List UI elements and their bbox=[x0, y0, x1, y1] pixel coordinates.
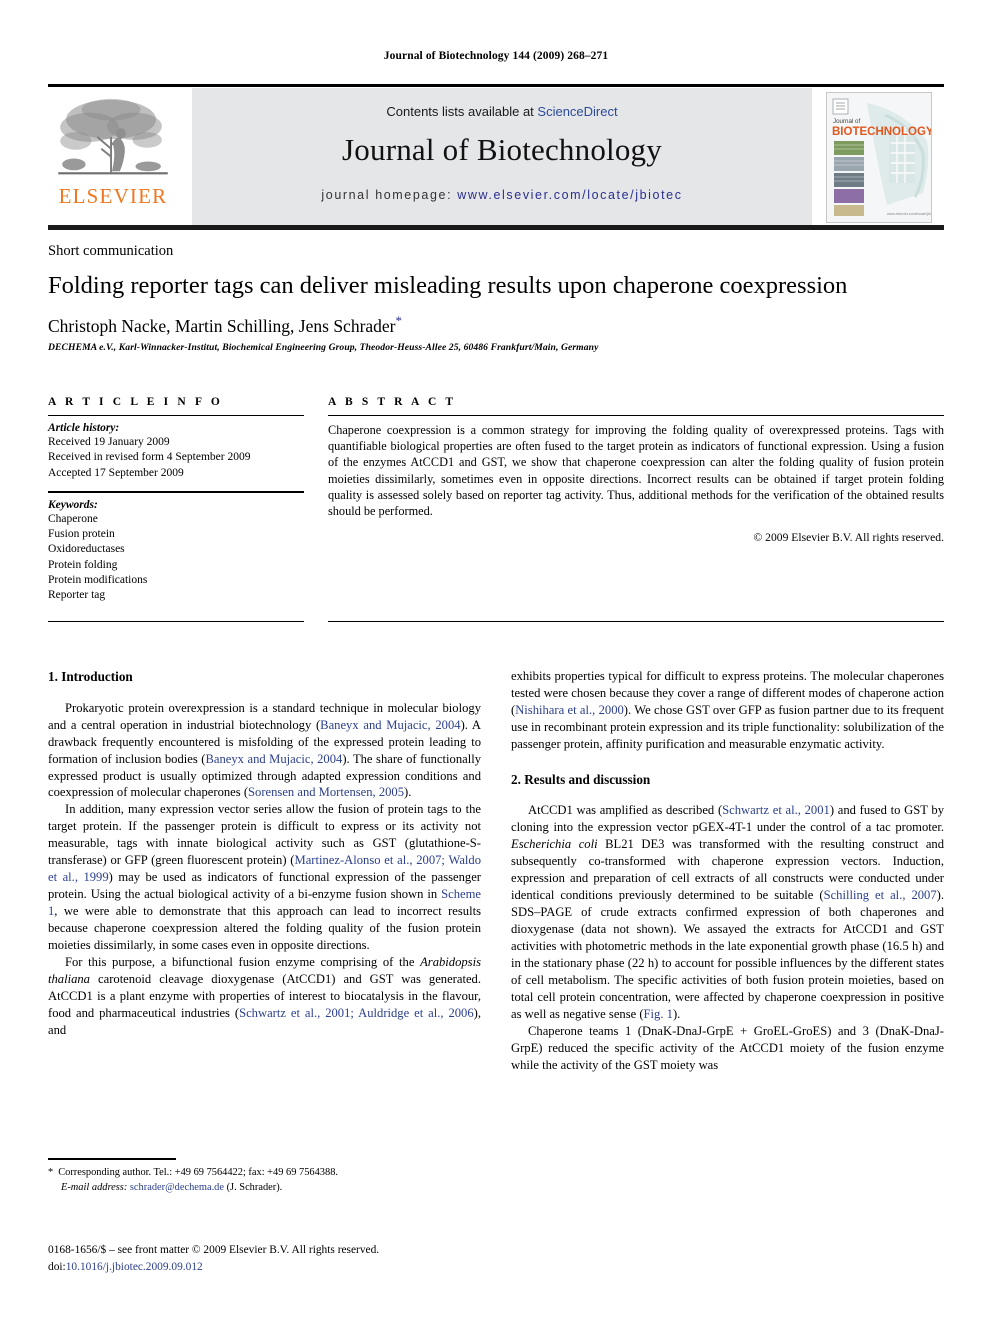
contents-available-line: Contents lists available at ScienceDirec… bbox=[192, 104, 812, 119]
keywords-heading: Keywords: bbox=[48, 498, 98, 511]
article-history-heading: Article history: bbox=[48, 422, 120, 434]
abstract-label: A B S T R A C T bbox=[328, 396, 457, 408]
corresponding-author-marker: * bbox=[395, 313, 403, 328]
paragraph-intro-continued: exhibits properties typical for difficul… bbox=[511, 668, 944, 753]
elsevier-wordmark: ELSEVIER bbox=[58, 184, 168, 208]
paper-page: Journal of Biotechnology 144 (2009) 268–… bbox=[0, 0, 992, 1323]
email-label: E-mail address: bbox=[61, 1181, 128, 1193]
keyword-item: Chaperone bbox=[48, 512, 98, 525]
text-run: AtCCD1 was amplified as described ( bbox=[528, 803, 723, 818]
email-link[interactable]: schrader@dechema.de bbox=[130, 1182, 224, 1193]
doi-link[interactable]: 10.1016/j.jbiotec.2009.09.012 bbox=[66, 1261, 203, 1273]
text-run: ). bbox=[672, 1006, 681, 1021]
journal-title: Journal of Biotechnology bbox=[342, 132, 662, 167]
text-run: Chaperone teams 1 (DnaK-DnaJ-GrpE + GroE… bbox=[511, 1023, 944, 1072]
section-title-introduction: 1. Introduction bbox=[48, 669, 133, 684]
text-run: ). bbox=[404, 785, 412, 800]
history-item-received: Received 19 January 2009 bbox=[48, 436, 170, 448]
citation-link[interactable]: Schilling et al., 2007 bbox=[824, 888, 937, 902]
article-info-rule bbox=[48, 415, 304, 416]
masthead-center-band: Contents lists available at ScienceDirec… bbox=[192, 88, 812, 225]
masthead-top-rule bbox=[48, 84, 944, 87]
sciencedirect-link[interactable]: ScienceDirect bbox=[537, 104, 617, 119]
journal-homepage-line: journal homepage: www.elsevier.com/locat… bbox=[192, 188, 812, 202]
journal-cover-container: Journal of BIOTECHNOLOGY www.elsevier.co… bbox=[812, 88, 944, 225]
homepage-url-link[interactable]: www.elsevier.com/locate/jbiotec bbox=[457, 188, 682, 202]
body-column-right: exhibits properties typical for difficul… bbox=[511, 668, 944, 1073]
elsevier-tree-icon bbox=[58, 98, 168, 175]
footnote-block: * Corresponding author. Tel.: +49 69 7564… bbox=[48, 1166, 481, 1196]
article-info-block: A R T I C L E I N F O Article history: R… bbox=[48, 396, 304, 604]
contents-prefix: Contents lists available at bbox=[386, 104, 538, 119]
doi-label: doi: bbox=[48, 1260, 66, 1273]
email-note: E-mail address: schrader@dechema.de (J. … bbox=[48, 1181, 481, 1196]
article-info-label: A R T I C L E I N F O bbox=[48, 396, 223, 408]
footnote-marker: * bbox=[48, 1167, 54, 1178]
figure-link[interactable]: Fig. 1 bbox=[644, 1007, 673, 1021]
abstract-bottom-rule bbox=[328, 621, 944, 622]
issn-frontmatter-line: 0168-1656/$ – see front matter © 2009 El… bbox=[48, 1244, 380, 1256]
affiliation: DECHEMA e.V., Karl-Winnacker-Institut, B… bbox=[48, 342, 599, 353]
journal-cover-thumbnail: Journal of BIOTECHNOLOGY www.elsevier.co… bbox=[826, 92, 932, 223]
running-head: Journal of Biotechnology 144 (2009) 268–… bbox=[383, 50, 609, 62]
cover-artwork: Journal of BIOTECHNOLOGY www.elsevier.co… bbox=[827, 93, 931, 222]
corresponding-author-text: Corresponding author. Tel.: +49 69 75644… bbox=[58, 1167, 338, 1178]
paragraph-intro-1: Prokaryotic protein overexpression is a … bbox=[48, 700, 481, 802]
abstract-block: A B S T R A C T Chaperone coexpression i… bbox=[328, 396, 944, 544]
paragraph-intro-3: For this purpose, a bifunctional fusion … bbox=[48, 954, 481, 1039]
paragraph-results-1: AtCCD1 was amplified as described (Schwa… bbox=[511, 802, 944, 1022]
keywords-rule bbox=[48, 490, 304, 493]
abstract-copyright: © 2009 Elsevier B.V. All rights reserved… bbox=[753, 531, 944, 545]
abstract-rule bbox=[328, 415, 944, 416]
paragraph-intro-2: In addition, many expression vector seri… bbox=[48, 801, 481, 953]
svg-text:www.elsevier.com/locate/jbiote: www.elsevier.com/locate/jbiotec bbox=[887, 212, 931, 216]
history-item-accepted: Accepted 17 September 2009 bbox=[48, 466, 184, 479]
section-title-results: 2. Results and discussion bbox=[511, 771, 651, 787]
article-type: Short communication bbox=[48, 243, 174, 259]
text-run: , we were able to demonstrate that this … bbox=[48, 904, 481, 952]
doi-line: doi:10.1016/j.jbiotec.2009.09.012 bbox=[48, 1259, 518, 1276]
info-bottom-rule bbox=[48, 621, 304, 622]
text-run: For this purpose, a bifunctional fusion … bbox=[65, 954, 421, 969]
footnote-rule bbox=[48, 1158, 176, 1160]
citation-link[interactable]: Baneyx and Mujacic, 2004 bbox=[205, 752, 342, 766]
footer-block: 0168-1656/$ – see front matter © 2009 El… bbox=[48, 1242, 518, 1275]
citation-link[interactable]: Schwartz et al., 2001 bbox=[722, 803, 830, 817]
corresponding-author-note: * Corresponding author. Tel.: +49 69 7564… bbox=[48, 1166, 481, 1181]
keyword-item: Fusion protein bbox=[48, 528, 115, 541]
citation-link[interactable]: Schwartz et al., 2001; Auldridge et al.,… bbox=[239, 1006, 474, 1020]
masthead-bottom-rule bbox=[48, 225, 944, 230]
elsevier-logo: ELSEVIER bbox=[48, 88, 192, 225]
citation-link[interactable]: Sorensen and Mortensen, 2005 bbox=[248, 785, 404, 799]
abstract-text: Chaperone coexpression is a common strat… bbox=[328, 423, 944, 519]
paragraph-results-2: Chaperone teams 1 (DnaK-DnaJ-GrpE + GroE… bbox=[511, 1023, 944, 1074]
text-run: ) may be used as indicators of functiona… bbox=[48, 870, 481, 902]
author-list: Christoph Nacke, Martin Schilling, Jens … bbox=[48, 313, 948, 337]
citation-link[interactable]: Baneyx and Mujacic, 2004 bbox=[320, 718, 460, 732]
citation-link[interactable]: Nishihara et al., 2000 bbox=[515, 703, 624, 717]
species-name: Escherichia coli bbox=[511, 837, 598, 852]
text-run: ). SDS–PAGE of crude extracts confirmed … bbox=[511, 888, 944, 1021]
keyword-item: Protein modifications bbox=[48, 573, 148, 586]
email-suffix: (J. Schrader). bbox=[226, 1181, 283, 1193]
author-names: Christoph Nacke, Martin Schilling, Jens … bbox=[48, 315, 396, 336]
svg-text:Journal of: Journal of bbox=[833, 118, 860, 125]
body-column-left: 1. Introduction Prokaryotic protein over… bbox=[48, 668, 481, 1039]
keyword-item: Reporter tag bbox=[48, 589, 106, 602]
history-item-revised: Received in revised form 4 September 200… bbox=[48, 451, 251, 464]
homepage-prefix: journal homepage: bbox=[321, 188, 458, 202]
keyword-item: Protein folding bbox=[48, 558, 118, 571]
journal-masthead: ELSEVIER Contents lists available at Sci… bbox=[48, 84, 944, 230]
keyword-item: Oxidoreductases bbox=[48, 543, 125, 556]
page-title: Folding reporter tags can deliver mislea… bbox=[48, 272, 848, 299]
svg-text:BIOTECHNOLOGY: BIOTECHNOLOGY bbox=[832, 126, 931, 138]
